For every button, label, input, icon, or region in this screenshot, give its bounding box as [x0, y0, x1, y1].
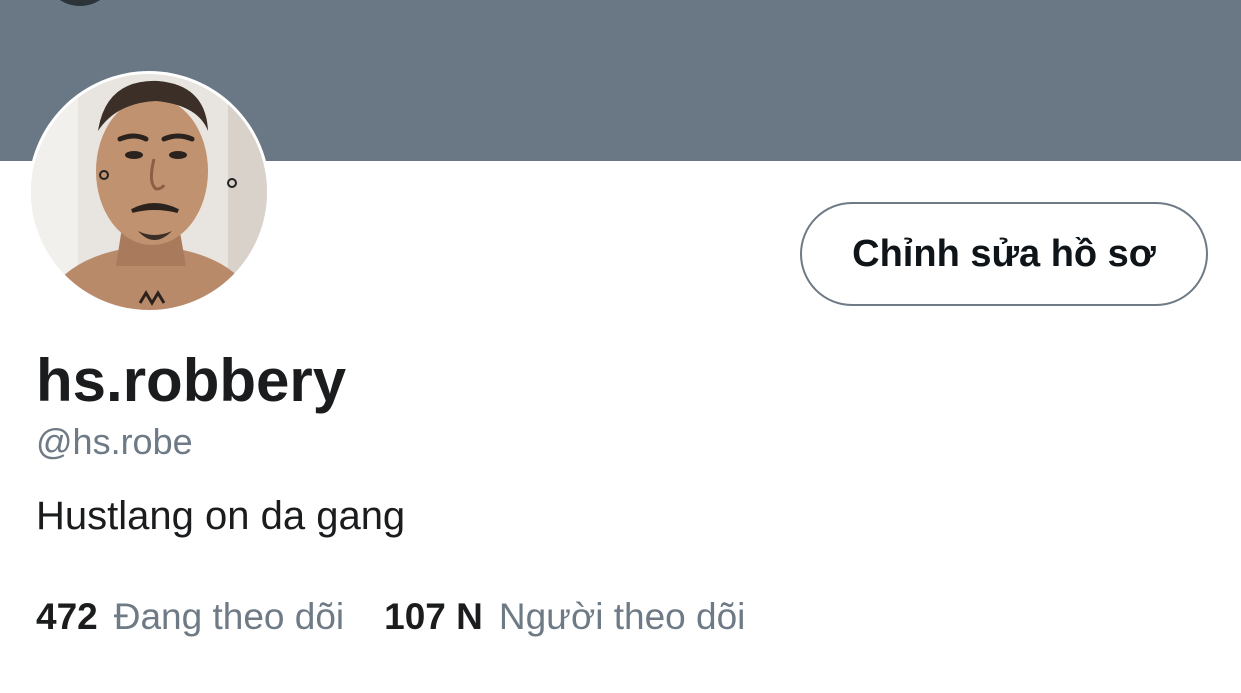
- avatar[interactable]: [28, 71, 270, 313]
- edit-profile-button[interactable]: Chỉnh sửa hồ sơ: [800, 202, 1208, 306]
- followers-stat[interactable]: 107 N Người theo dõi: [384, 596, 745, 638]
- profile-page: Chỉnh sửa hồ sơ hs.robbery @hs.robe Hust…: [0, 0, 1241, 693]
- profile-stats: 472 Đang theo dõi 107 N Người theo dõi: [36, 593, 745, 641]
- user-handle: @hs.robe: [36, 421, 193, 462]
- display-name: hs.robbery: [36, 347, 347, 414]
- following-count: 472: [36, 596, 98, 637]
- avatar-photo: [31, 74, 267, 310]
- followers-label: Người theo dõi: [498, 596, 746, 637]
- following-label: Đang theo dõi: [113, 596, 345, 637]
- back-button[interactable]: [46, 0, 114, 6]
- profile-bio: Hustlang on da gang: [36, 494, 406, 538]
- following-stat[interactable]: 472 Đang theo dõi: [36, 596, 344, 638]
- followers-count: 107 N: [384, 596, 483, 637]
